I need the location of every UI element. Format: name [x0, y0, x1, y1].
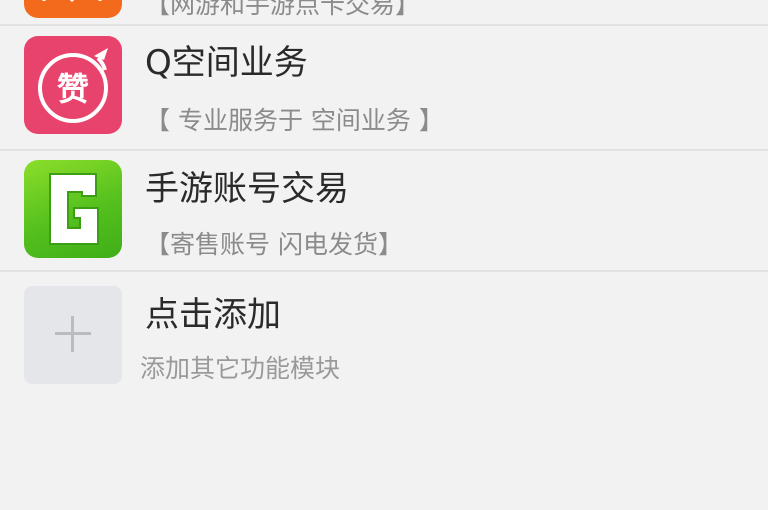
add-module-subtitle: 添加其它功能模块	[140, 354, 341, 383]
orange-app-icon	[24, 0, 122, 18]
list-item-subtitle: 【 专业服务于 空间业务 】	[145, 106, 444, 135]
list-item-title: Q空间业务	[145, 43, 308, 83]
green-g-icon	[24, 160, 122, 258]
add-module-title: 点击添加	[145, 295, 281, 335]
list-item-subtitle: 【网游和手游点卡交易】	[145, 0, 421, 19]
list-item-title: 手游账号交易	[145, 169, 349, 209]
list-item-game-card-trade[interactable]: 【网游和手游点卡交易】	[0, 0, 768, 24]
function-module-list: 【网游和手游点卡交易】 赞 Q空间业务 【 专业服务于 空间业务 】 手游账号交…	[0, 0, 768, 510]
plus-icon	[24, 286, 122, 384]
zan-like-icon: 赞	[24, 36, 122, 134]
add-module-button[interactable]: 点击添加 添加其它功能模块	[0, 272, 768, 402]
list-item-qzone-service[interactable]: 赞 Q空间业务 【 专业服务于 空间业务 】	[0, 26, 768, 150]
list-item-subtitle: 【寄售账号 闪电发货】	[145, 230, 403, 259]
zan-icon-glyph: 赞	[57, 70, 89, 108]
list-item-mobile-game-account-trade[interactable]: 手游账号交易 【寄售账号 闪电发货】	[0, 150, 768, 272]
